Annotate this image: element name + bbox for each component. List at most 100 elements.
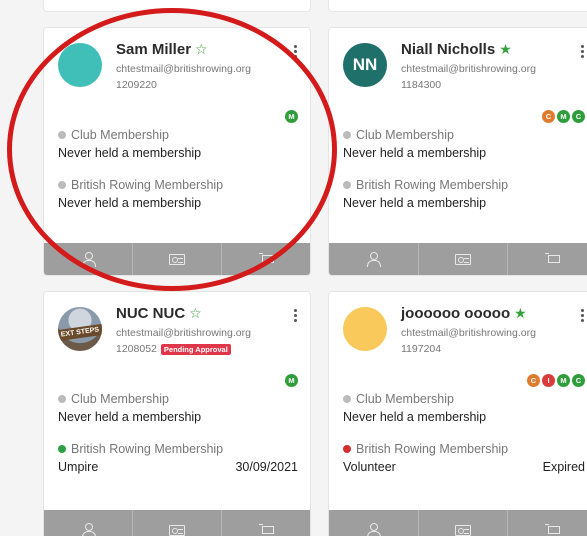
person-icon: [366, 252, 382, 267]
pending-approval-badge: Pending Approval: [160, 343, 231, 355]
status-dot: [343, 131, 351, 139]
more-menu-icon[interactable]: [581, 45, 585, 58]
club-membership-label-text: Club Membership: [356, 128, 454, 142]
club-membership-label: Club Membership: [343, 128, 454, 142]
card-actions: [44, 243, 310, 275]
member-email: chtestmail@britishrowing.org: [401, 63, 536, 75]
profile-button[interactable]: [329, 243, 419, 275]
club-membership-value: Never held a membership: [58, 146, 298, 160]
member-email: chtestmail@britishrowing.org: [401, 327, 536, 339]
badge-m: M: [285, 374, 298, 387]
cart-button[interactable]: [222, 243, 310, 275]
br-membership-label-text: British Rowing Membership: [356, 442, 509, 456]
club-membership-value-text: Never held a membership: [58, 146, 202, 160]
member-name-row: Sam Miller ☆: [116, 41, 208, 58]
status-dot: [58, 181, 66, 189]
star-filled-icon[interactable]: ★: [514, 305, 527, 322]
br-membership-status: Expired: [542, 460, 585, 474]
br-membership-value: Never held a membership: [343, 196, 585, 210]
club-membership-label-text: Club Membership: [71, 128, 169, 142]
more-menu-icon[interactable]: [294, 309, 298, 322]
id-card-icon: [169, 253, 185, 265]
member-card[interactable]: joooooo ooooo ★ chtestmail@britishrowing…: [328, 291, 587, 536]
id-card-icon: [169, 524, 185, 536]
status-dot-active: [58, 445, 66, 453]
card-actions: [329, 243, 587, 275]
badge-list: M: [285, 374, 298, 387]
person-icon: [81, 252, 96, 267]
cart-button[interactable]: [508, 510, 587, 536]
cart-icon: [258, 252, 274, 266]
id-card-button[interactable]: [133, 510, 222, 536]
status-dot: [343, 181, 351, 189]
id-card-button[interactable]: [419, 243, 509, 275]
avatar: NN: [343, 43, 387, 87]
br-membership-value-text: Never held a membership: [343, 196, 487, 210]
avatar: EXT STEPS: [58, 307, 102, 351]
badge-m: M: [557, 374, 570, 387]
club-membership-value: Never held a membership: [343, 146, 585, 160]
br-membership-value: Volunteer Expired: [343, 460, 585, 474]
id-card-button[interactable]: [419, 510, 509, 536]
profile-button[interactable]: [44, 243, 133, 275]
member-number-row: 1209220: [116, 79, 157, 91]
profile-button[interactable]: [44, 510, 133, 536]
card-above-right: [328, 0, 587, 12]
more-menu-icon[interactable]: [581, 309, 585, 322]
club-membership-value-text: Never held a membership: [343, 410, 487, 424]
club-membership-value-text: Never held a membership: [58, 410, 202, 424]
card-above-left: [43, 0, 311, 12]
cart-icon: [545, 252, 561, 266]
member-name[interactable]: NUC NUC: [116, 305, 185, 322]
cart-button[interactable]: [508, 243, 587, 275]
br-membership-expiry: 30/09/2021: [235, 460, 298, 474]
badge-m: M: [557, 110, 570, 123]
badge-c: C: [527, 374, 540, 387]
badge-m: M: [285, 110, 298, 123]
member-number: 1209220: [116, 79, 157, 91]
badge-list: C M C: [542, 110, 585, 123]
br-membership-label-text: British Rowing Membership: [356, 178, 509, 192]
avatar-initials: NN: [352, 55, 378, 74]
club-membership-label: Club Membership: [343, 392, 454, 406]
club-membership-label-text: Club Membership: [71, 392, 169, 406]
more-menu-icon[interactable]: [294, 45, 298, 58]
id-card-button[interactable]: [133, 243, 222, 275]
member-card[interactable]: NN Niall Nicholls ★ chtestmail@britishro…: [328, 27, 587, 276]
member-card[interactable]: EXT STEPS NUC NUC ☆ chtestmail@britishro…: [43, 291, 311, 536]
member-number: 1184300: [401, 79, 442, 91]
member-name-row: NUC NUC ☆: [116, 305, 202, 322]
member-name[interactable]: Sam Miller: [116, 41, 191, 58]
member-name[interactable]: joooooo ooooo: [401, 305, 510, 322]
person-icon: [366, 523, 382, 536]
badge-i: I: [542, 374, 555, 387]
cart-button[interactable]: [222, 510, 310, 536]
status-dot: [343, 395, 351, 403]
status-dot: [58, 131, 66, 139]
member-name[interactable]: Niall Nicholls: [401, 41, 495, 58]
member-name-row: joooooo ooooo ★: [401, 305, 527, 322]
br-membership-value: Umpire 30/09/2021: [58, 460, 298, 474]
status-dot: [58, 395, 66, 403]
person-icon: [81, 523, 96, 536]
profile-button[interactable]: [329, 510, 419, 536]
id-card-icon: [455, 524, 471, 536]
badge-list: M: [285, 110, 298, 123]
card-actions: [329, 510, 587, 536]
br-membership-label: British Rowing Membership: [58, 442, 223, 456]
member-number-row: 1208052 Pending Approval: [116, 343, 231, 355]
member-email: chtestmail@britishrowing.org: [116, 327, 251, 339]
star-filled-icon[interactable]: ★: [499, 41, 512, 58]
member-card[interactable]: Sam Miller ☆ chtestmail@britishrowing.or…: [43, 27, 311, 276]
star-outline-icon[interactable]: ☆: [189, 305, 202, 322]
br-membership-value-text: Volunteer: [343, 460, 396, 474]
member-name-row: Niall Nicholls ★: [401, 41, 512, 58]
star-outline-icon[interactable]: ☆: [195, 41, 208, 58]
member-number-row: 1184300: [401, 79, 441, 91]
br-membership-label: British Rowing Membership: [343, 442, 508, 456]
avatar-sign-text: EXT STEPS: [58, 323, 102, 342]
br-membership-label: British Rowing Membership: [58, 178, 223, 192]
avatar: [58, 43, 102, 87]
br-membership-value-text: Never held a membership: [58, 196, 202, 210]
club-membership-label-text: Club Membership: [356, 392, 454, 406]
